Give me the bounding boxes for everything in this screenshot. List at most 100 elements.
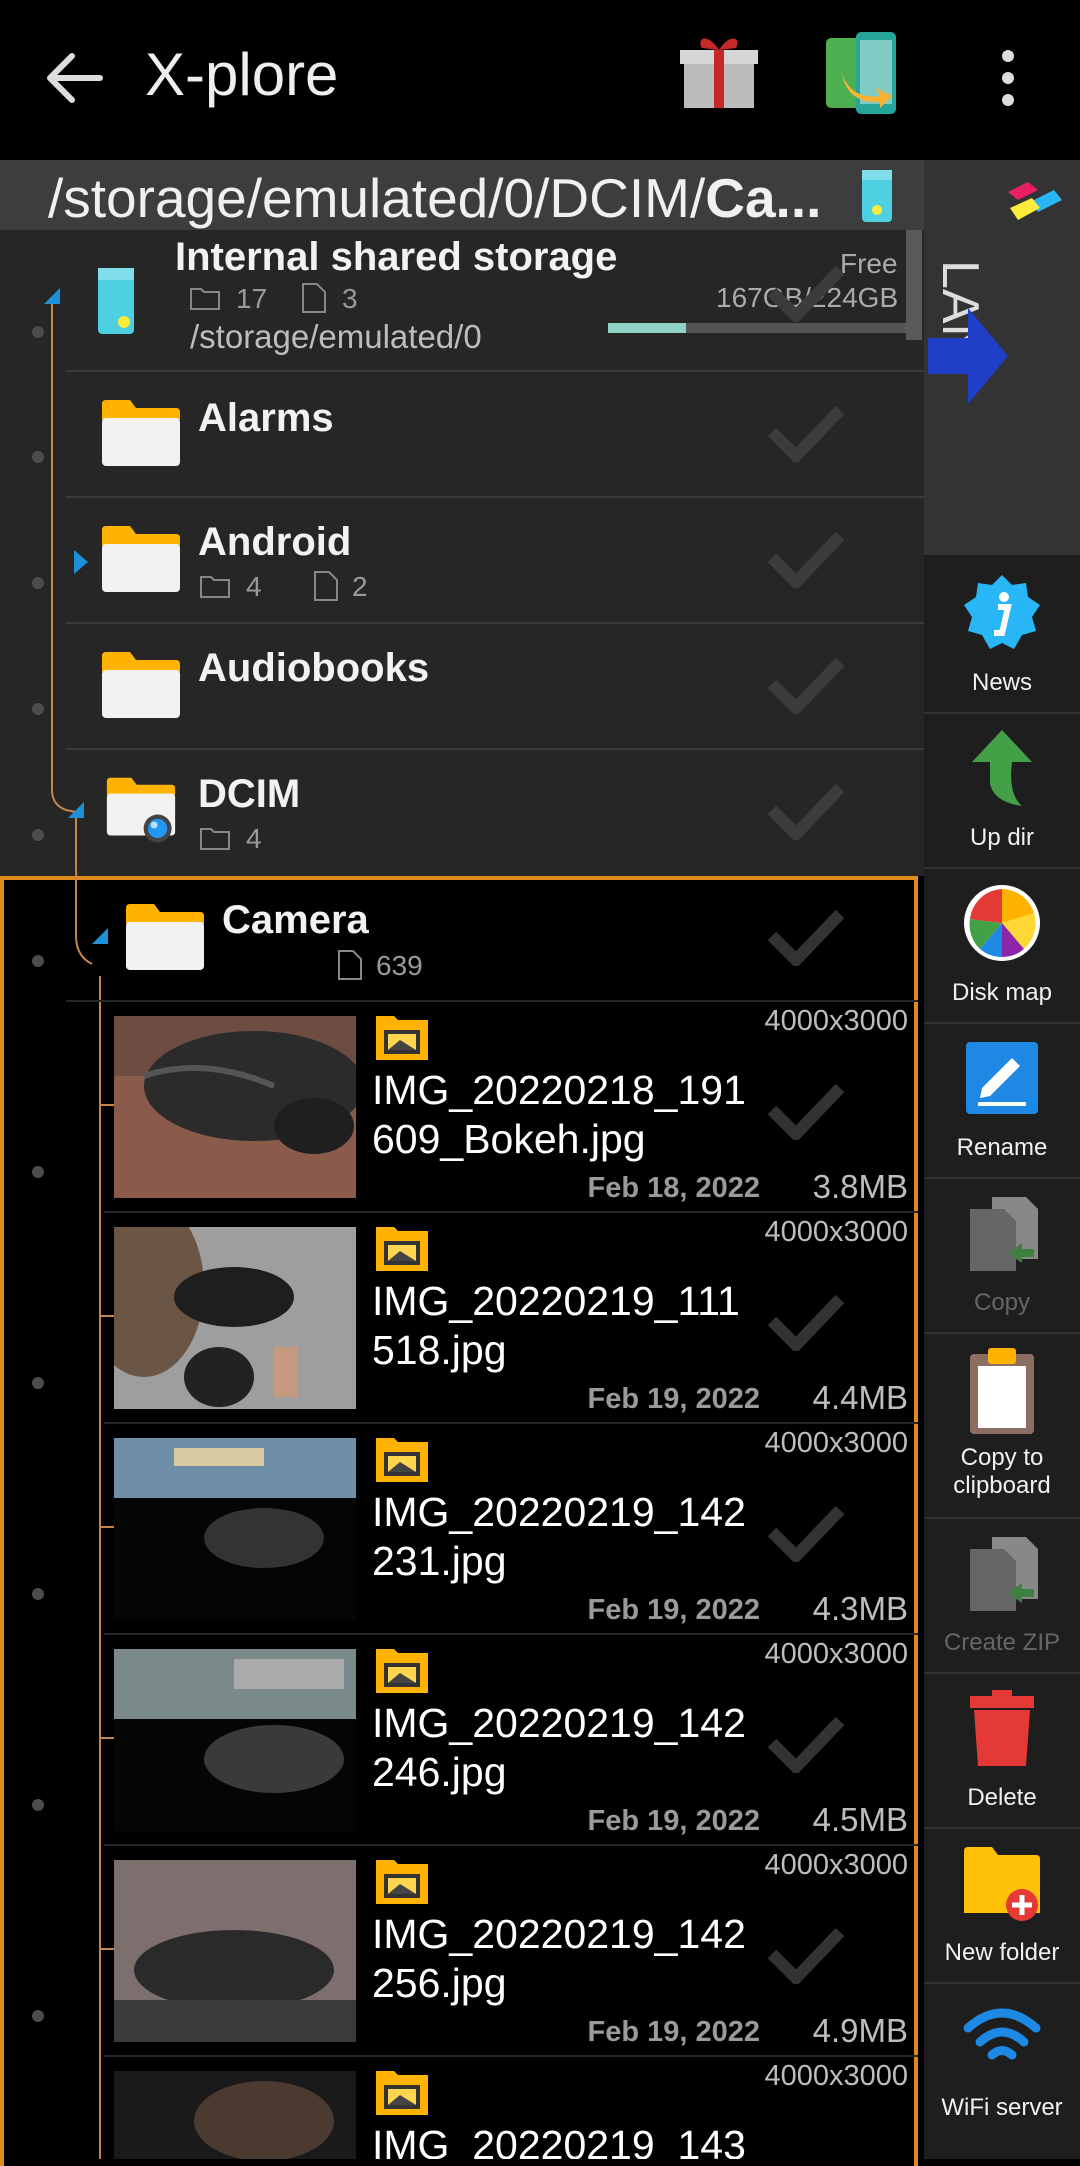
image-resolution: 4000x3000 bbox=[764, 1427, 908, 1459]
image-thumbnail[interactable] bbox=[114, 1860, 356, 2042]
file-size: 4.4MB bbox=[812, 1379, 908, 1416]
info-icon bbox=[964, 575, 1040, 649]
file-size: 4.5MB bbox=[812, 1801, 908, 1838]
row-divider bbox=[104, 1844, 918, 1846]
free-label: Free bbox=[840, 248, 898, 279]
more-options-icon[interactable] bbox=[990, 48, 1026, 108]
scrollbar-thumb[interactable] bbox=[906, 230, 922, 340]
image-resolution: 4000x3000 bbox=[764, 1005, 908, 1037]
news-button[interactable]: News bbox=[924, 557, 1080, 714]
check-icon[interactable] bbox=[766, 262, 846, 322]
news-label: News bbox=[971, 669, 1032, 696]
check-icon[interactable] bbox=[766, 1502, 846, 1562]
file-date: Feb 18, 2022 bbox=[587, 1172, 761, 1204]
lan-arrow-icon bbox=[928, 308, 1008, 404]
image-file-icon bbox=[376, 1227, 428, 1271]
install-app-icon[interactable] bbox=[822, 30, 902, 120]
image-thumbnail[interactable] bbox=[114, 2071, 356, 2159]
disk-map-label: Disk map bbox=[951, 979, 1053, 1006]
new-folder-button[interactable]: New folder bbox=[924, 1827, 1080, 1984]
row-dot bbox=[32, 829, 44, 841]
row-divider bbox=[104, 2055, 918, 2057]
copy-to-clipboard-label: Copy to clipboard bbox=[953, 1444, 1051, 1499]
delete-label: Delete bbox=[967, 1784, 1037, 1811]
wifi-server-button[interactable]: WiFi server bbox=[924, 1982, 1080, 2137]
zip-icon bbox=[970, 1537, 1038, 1611]
folder-icon bbox=[102, 400, 180, 466]
up-dir-button[interactable]: Up dir bbox=[924, 712, 1080, 869]
trash-icon bbox=[970, 1690, 1034, 1766]
row-dot bbox=[32, 577, 44, 589]
collapsed-marker-icon[interactable] bbox=[72, 548, 90, 576]
check-icon[interactable] bbox=[766, 1924, 846, 1984]
create-zip-button: Create ZIP bbox=[924, 1517, 1080, 1674]
file-name: IMG_20220219_142 256.jpg bbox=[372, 1911, 746, 2006]
file-name: IMG_20220219_142 231.jpg bbox=[372, 1489, 746, 1584]
check-icon[interactable] bbox=[766, 654, 846, 714]
check-icon[interactable] bbox=[766, 906, 846, 966]
folder-count: 4 bbox=[246, 823, 262, 854]
row-dot bbox=[32, 1588, 44, 1600]
row-divider bbox=[66, 370, 924, 372]
row-dot bbox=[32, 326, 44, 338]
row-dot bbox=[32, 955, 44, 967]
image-resolution: 4000x3000 bbox=[764, 2060, 908, 2092]
image-thumbnail[interactable] bbox=[114, 1016, 356, 1198]
app-title: X-plore bbox=[145, 41, 339, 108]
clipboard-icon bbox=[970, 1348, 1034, 1434]
file-count: 639 bbox=[376, 950, 423, 981]
pie-chart-icon bbox=[964, 885, 1040, 961]
file-date: Feb 19, 2022 bbox=[587, 1805, 761, 1837]
image-thumbnail[interactable] bbox=[114, 1227, 356, 1409]
file-size: 3.8MB bbox=[812, 1168, 908, 1205]
image-resolution: 4000x3000 bbox=[764, 1638, 908, 1670]
folder-name: Android bbox=[198, 520, 352, 564]
path-text: /storage/emulated/0/DCIM/Ca... bbox=[48, 167, 822, 229]
up-dir-label: Up dir bbox=[969, 824, 1035, 851]
image-file-icon bbox=[376, 1860, 428, 1904]
check-icon[interactable] bbox=[766, 528, 846, 588]
folder-name: Alarms bbox=[198, 396, 334, 440]
file-size: 4.3MB bbox=[812, 1590, 908, 1627]
back-arrow-icon[interactable] bbox=[40, 38, 110, 118]
new-folder-label: New folder bbox=[944, 1939, 1060, 1966]
copy-label: Copy bbox=[973, 1289, 1031, 1316]
file-date: Feb 19, 2022 bbox=[587, 2016, 761, 2048]
row-divider bbox=[66, 748, 924, 750]
row-divider bbox=[104, 1422, 918, 1424]
check-icon[interactable] bbox=[766, 1291, 846, 1351]
phone-storage-icon bbox=[862, 170, 892, 222]
row-dot bbox=[32, 703, 44, 715]
folder-count: 4 bbox=[246, 571, 262, 602]
storage-usage-fill bbox=[608, 323, 686, 333]
check-icon[interactable] bbox=[766, 402, 846, 462]
image-resolution: 4000x3000 bbox=[764, 1216, 908, 1248]
check-icon[interactable] bbox=[766, 1080, 846, 1140]
rename-button[interactable]: Rename bbox=[924, 1022, 1080, 1179]
expanded-marker-icon[interactable] bbox=[42, 286, 62, 306]
delete-button[interactable]: Delete bbox=[924, 1672, 1080, 1829]
image-thumbnail[interactable] bbox=[114, 1438, 356, 1620]
file-name: IMG_20220219_142 246.jpg bbox=[372, 1700, 746, 1795]
folder-icon bbox=[126, 904, 204, 970]
image-resolution: 4000x3000 bbox=[764, 1849, 908, 1881]
folder-count-icon bbox=[190, 288, 220, 310]
expanded-marker-icon[interactable] bbox=[90, 926, 110, 946]
image-thumbnail[interactable] bbox=[114, 1649, 356, 1831]
row-divider bbox=[66, 622, 924, 624]
storage-path: /storage/emulated/0 bbox=[190, 318, 482, 355]
expanded-marker-icon[interactable] bbox=[66, 800, 86, 820]
file-name: IMG_20220219_143 bbox=[372, 2122, 746, 2159]
gift-icon[interactable] bbox=[678, 30, 760, 112]
check-icon[interactable] bbox=[766, 1713, 846, 1773]
folder-icon bbox=[102, 652, 180, 718]
copy-to-clipboard-button[interactable]: Copy to clipboard bbox=[924, 1332, 1080, 1519]
file-count-icon bbox=[314, 571, 338, 601]
storage-folder-count: 17 bbox=[236, 283, 268, 314]
row-dot bbox=[32, 1799, 44, 1811]
disk-map-button[interactable]: Disk map bbox=[924, 867, 1080, 1024]
file-name: IMG_20220219_111 518.jpg bbox=[372, 1278, 740, 1373]
check-icon[interactable] bbox=[766, 780, 846, 840]
folder-icon bbox=[102, 526, 180, 592]
new-folder-icon bbox=[964, 1847, 1040, 1921]
